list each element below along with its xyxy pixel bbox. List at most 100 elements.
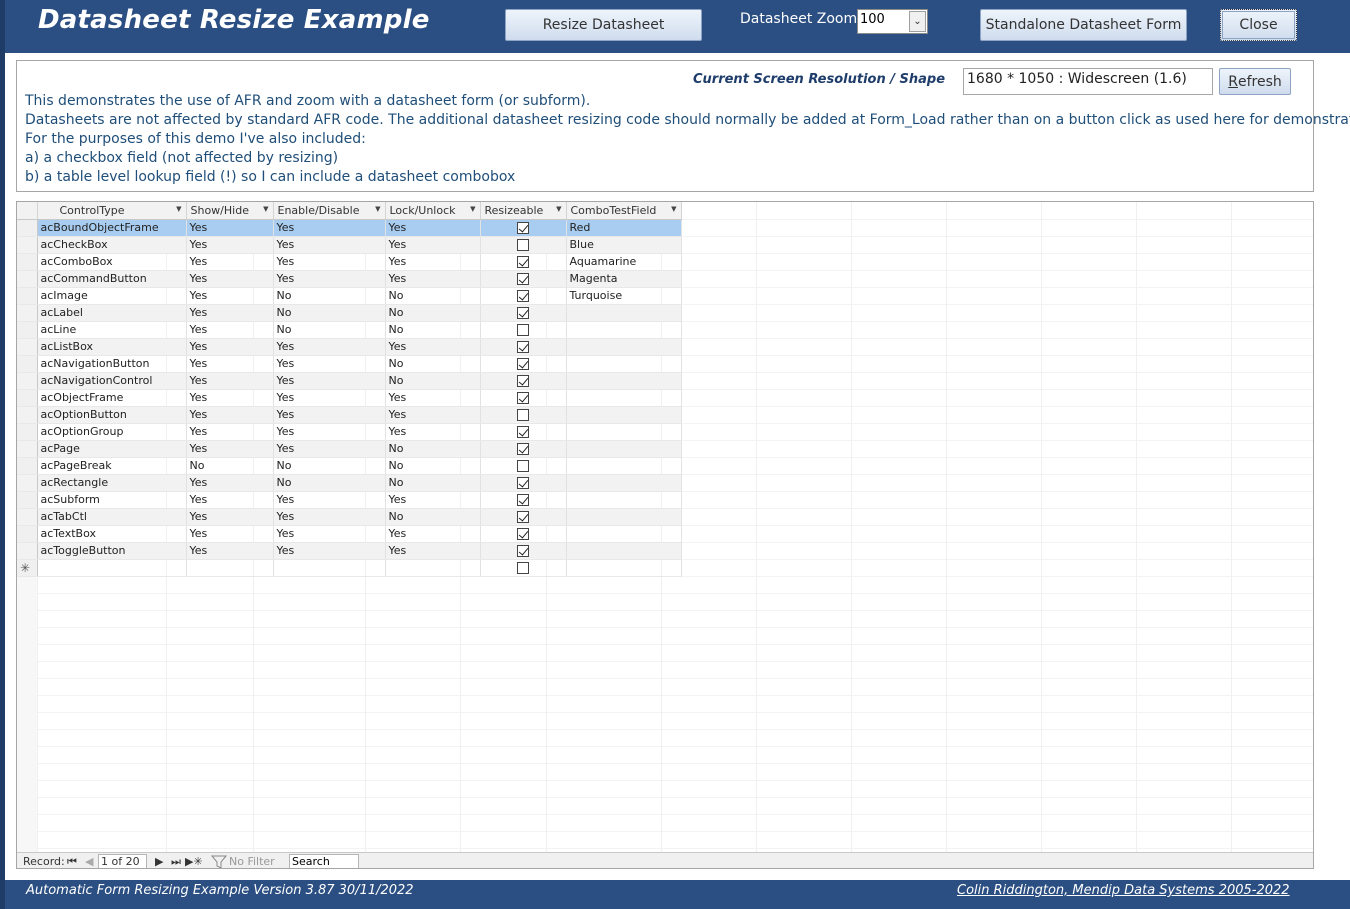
cell-combo[interactable]: Turquoise bbox=[566, 287, 682, 305]
cell-type[interactable]: acOptionGroup bbox=[37, 423, 187, 441]
cell-show[interactable]: Yes bbox=[186, 406, 274, 424]
checkbox-unchecked[interactable] bbox=[517, 460, 529, 472]
table-row[interactable]: acComboBox Yes Yes Yes Aquamarine bbox=[17, 253, 682, 271]
cell-type[interactable]: acBoundObjectFrame bbox=[37, 219, 187, 237]
table-row[interactable]: acOptionButton Yes Yes Yes bbox=[17, 406, 682, 424]
cell-enable[interactable]: Yes bbox=[273, 491, 386, 509]
checkbox-checked[interactable] bbox=[517, 511, 529, 523]
row-selector[interactable] bbox=[17, 304, 38, 322]
cell-show[interactable]: Yes bbox=[186, 474, 274, 492]
resolution-field[interactable]: 1680 * 1050 : Widescreen (1.6) bbox=[963, 68, 1213, 95]
cell-combo[interactable] bbox=[566, 508, 682, 526]
cell-enable[interactable]: Yes bbox=[273, 355, 386, 373]
cell-combo[interactable] bbox=[566, 525, 682, 543]
cell-show[interactable]: Yes bbox=[186, 236, 274, 254]
cell-combo[interactable]: Blue bbox=[566, 236, 682, 254]
cell-lock[interactable]: No bbox=[385, 321, 481, 339]
checkbox-checked[interactable] bbox=[517, 494, 529, 506]
cell-show[interactable]: Yes bbox=[186, 508, 274, 526]
row-selector[interactable] bbox=[17, 236, 38, 254]
cell-lock[interactable]: Yes bbox=[385, 253, 481, 271]
checkbox-checked[interactable] bbox=[517, 545, 529, 557]
cell-enable[interactable]: Yes bbox=[273, 423, 386, 441]
checkbox-checked[interactable] bbox=[517, 273, 529, 285]
cell-type[interactable]: acRectangle bbox=[37, 474, 187, 492]
cell-enable[interactable]: No bbox=[273, 321, 386, 339]
cell-combo[interactable] bbox=[566, 321, 682, 339]
cell-lock[interactable]: Yes bbox=[385, 338, 481, 356]
cell-enable[interactable]: Yes bbox=[273, 406, 386, 424]
dropdown-arrow-icon[interactable]: ▼ bbox=[671, 205, 676, 213]
row-selector[interactable] bbox=[17, 474, 38, 492]
checkbox-checked[interactable] bbox=[517, 256, 529, 268]
cell-type[interactable]: acObjectFrame bbox=[37, 389, 187, 407]
cell-combo[interactable] bbox=[566, 338, 682, 356]
cell-lock[interactable]: Yes bbox=[385, 491, 481, 509]
table-row[interactable]: acImage Yes No No Turquoise bbox=[17, 287, 682, 305]
checkbox-checked[interactable] bbox=[517, 443, 529, 455]
cell-type[interactable]: acNavigationButton bbox=[37, 355, 187, 373]
new-row-cell[interactable] bbox=[37, 559, 187, 577]
column-header-combotestfield[interactable]: ComboTestField ▼ bbox=[566, 202, 682, 220]
cell-show[interactable]: Yes bbox=[186, 219, 274, 237]
table-row[interactable]: acToggleButton Yes Yes Yes bbox=[17, 542, 682, 560]
cell-type[interactable]: acComboBox bbox=[37, 253, 187, 271]
cell-show[interactable]: Yes bbox=[186, 525, 274, 543]
cell-lock[interactable]: Yes bbox=[385, 525, 481, 543]
table-row[interactable]: acNavigationButton Yes Yes No bbox=[17, 355, 682, 373]
checkbox-checked[interactable] bbox=[517, 358, 529, 370]
row-selector[interactable] bbox=[17, 457, 38, 475]
cell-lock[interactable]: No bbox=[385, 508, 481, 526]
row-selector[interactable] bbox=[17, 423, 38, 441]
checkbox-checked[interactable] bbox=[517, 341, 529, 353]
checkbox-checked[interactable] bbox=[517, 528, 529, 540]
cell-combo[interactable] bbox=[566, 389, 682, 407]
checkbox-checked[interactable] bbox=[517, 222, 529, 234]
cell-type[interactable]: acOptionButton bbox=[37, 406, 187, 424]
dropdown-arrow-icon[interactable]: ▼ bbox=[556, 205, 561, 213]
search-input[interactable]: Search bbox=[289, 854, 359, 868]
cell-show[interactable]: Yes bbox=[186, 372, 274, 390]
cell-lock[interactable]: No bbox=[385, 372, 481, 390]
new-row-cell[interactable] bbox=[566, 559, 682, 577]
table-row[interactable]: acCheckBox Yes Yes Yes Blue bbox=[17, 236, 682, 254]
cell-lock[interactable]: No bbox=[385, 457, 481, 475]
cell-combo[interactable] bbox=[566, 474, 682, 492]
row-selector[interactable] bbox=[17, 440, 38, 458]
standalone-datasheet-form-button[interactable]: Standalone Datasheet Form bbox=[980, 9, 1187, 41]
next-record-icon[interactable]: ▶ bbox=[155, 855, 163, 868]
first-record-icon[interactable]: ⏮ bbox=[67, 855, 77, 868]
cell-combo[interactable]: Magenta bbox=[566, 270, 682, 288]
new-row-selector[interactable]: ✳ bbox=[17, 559, 38, 577]
cell-combo[interactable] bbox=[566, 440, 682, 458]
cell-combo[interactable] bbox=[566, 491, 682, 509]
cell-show[interactable]: Yes bbox=[186, 491, 274, 509]
cell-show[interactable]: Yes bbox=[186, 542, 274, 560]
table-row[interactable]: acListBox Yes Yes Yes bbox=[17, 338, 682, 356]
cell-type[interactable]: acToggleButton bbox=[37, 542, 187, 560]
cell-type[interactable]: acNavigationControl bbox=[37, 372, 187, 390]
refresh-button[interactable]: Refresh bbox=[1219, 68, 1291, 95]
row-selector[interactable] bbox=[17, 321, 38, 339]
cell-enable[interactable]: Yes bbox=[273, 338, 386, 356]
checkbox-checked[interactable] bbox=[517, 477, 529, 489]
cell-enable[interactable]: Yes bbox=[273, 219, 386, 237]
cell-show[interactable]: Yes bbox=[186, 389, 274, 407]
cell-type[interactable]: acTextBox bbox=[37, 525, 187, 543]
cell-show[interactable]: Yes bbox=[186, 423, 274, 441]
cell-lock[interactable]: Yes bbox=[385, 406, 481, 424]
table-row[interactable]: acCommandButton Yes Yes Yes Magenta bbox=[17, 270, 682, 288]
table-row[interactable]: acRectangle Yes No No bbox=[17, 474, 682, 492]
row-selector[interactable] bbox=[17, 338, 38, 356]
cell-enable[interactable]: Yes bbox=[273, 525, 386, 543]
select-all-corner[interactable] bbox=[17, 202, 38, 220]
cell-enable[interactable]: No bbox=[273, 457, 386, 475]
cell-show[interactable]: Yes bbox=[186, 304, 274, 322]
cell-enable[interactable]: Yes bbox=[273, 236, 386, 254]
row-selector[interactable] bbox=[17, 542, 38, 560]
cell-show[interactable]: Yes bbox=[186, 355, 274, 373]
new-record-row[interactable]: ✳ bbox=[17, 559, 682, 577]
row-selector[interactable] bbox=[17, 389, 38, 407]
table-row[interactable]: acBoundObjectFrame Yes Yes Yes Red bbox=[17, 219, 682, 237]
cell-type[interactable]: acLine bbox=[37, 321, 187, 339]
